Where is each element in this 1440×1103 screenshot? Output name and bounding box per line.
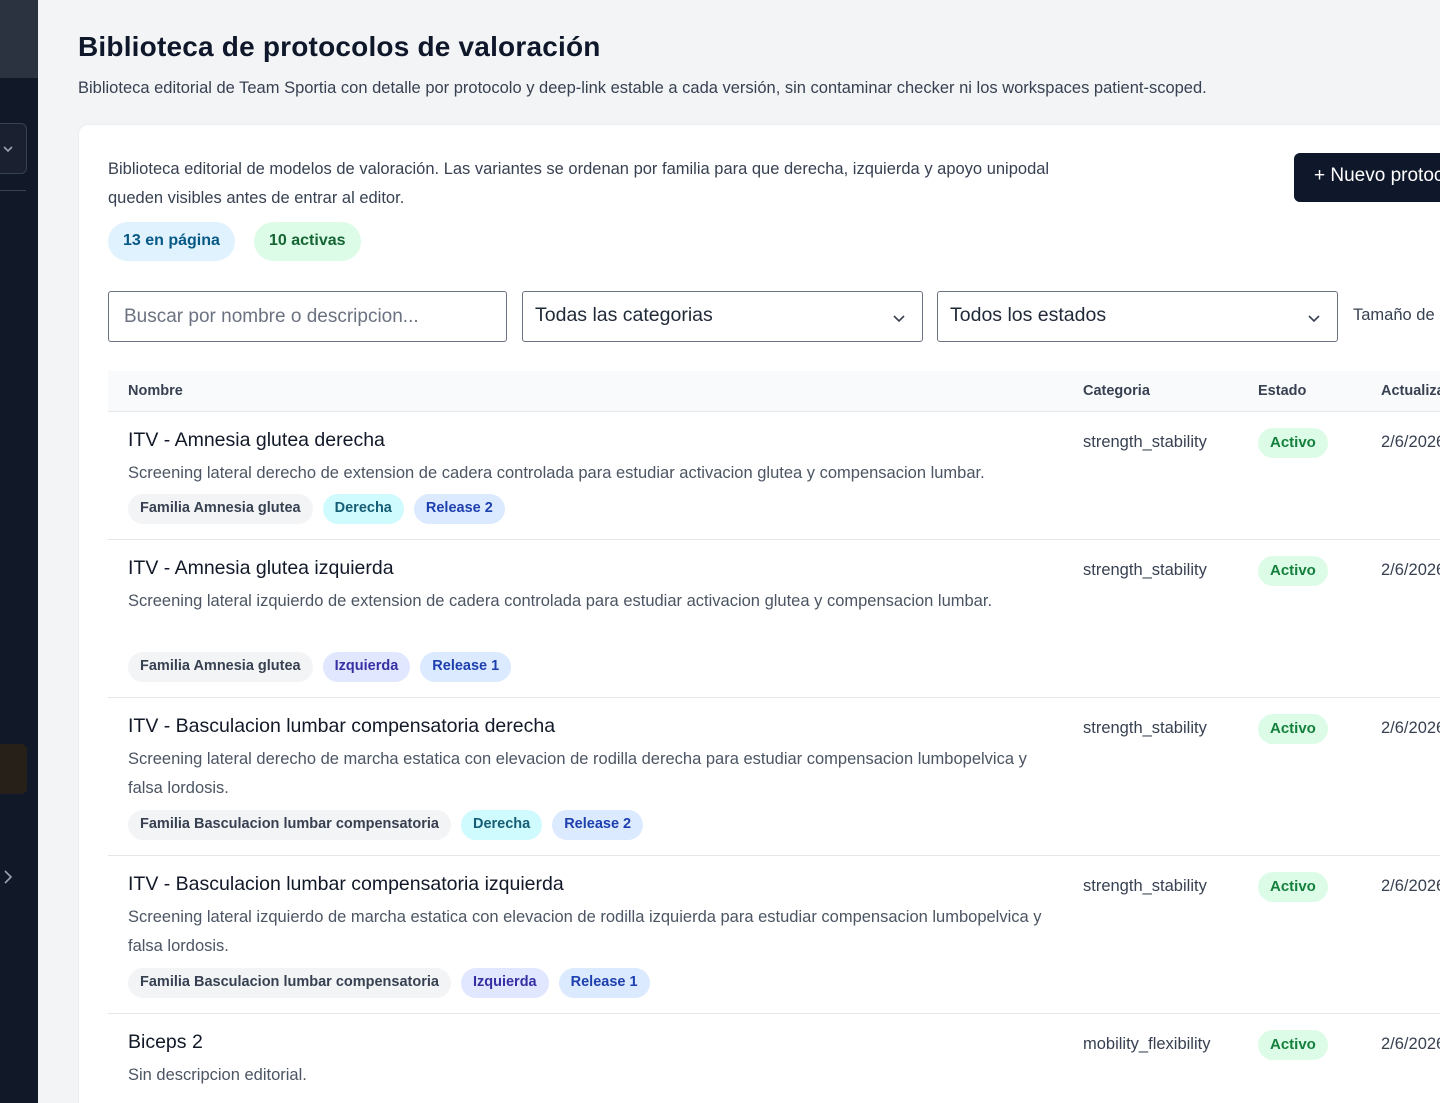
table-row[interactable]: Biceps 2 Sin descripcion editorial. mobi… xyxy=(108,1014,1440,1103)
protocol-description: Sin descripcion editorial. xyxy=(128,1066,307,1084)
release-tag: Release 2 xyxy=(552,810,644,840)
workspace-switcher[interactable] xyxy=(0,123,27,174)
search-input[interactable] xyxy=(108,291,507,342)
release-tag: Release 1 xyxy=(420,652,512,682)
protocol-updated: 2/6/2026 xyxy=(1381,1035,1440,1053)
status-badge: Activo xyxy=(1258,872,1328,902)
library-intro: Biblioteca editorial de modelos de valor… xyxy=(108,160,1050,207)
new-protocol-button[interactable]: + Nuevo protocolo xyxy=(1294,153,1440,202)
release-tag: Release 1 xyxy=(558,968,650,998)
sidebar-item-active[interactable] xyxy=(0,744,27,794)
protocol-category: strength_stability xyxy=(1083,719,1207,737)
protocol-name[interactable]: ITV - Basculacion lumbar compensatoria i… xyxy=(128,873,564,896)
protocol-updated: 2/6/2026 xyxy=(1381,877,1440,895)
protocol-category: mobility_flexibility xyxy=(1083,1035,1211,1053)
table-row[interactable]: ITV - Basculacion lumbar compensatoria d… xyxy=(108,698,1440,856)
protocol-description: Screening lateral derecho de extension d… xyxy=(128,464,985,482)
side-tag: Derecha xyxy=(460,810,543,840)
page-subtitle: Biblioteca editorial de Team Sportia con… xyxy=(78,79,1207,97)
family-tag: Familia Amnesia glutea xyxy=(128,652,313,682)
table-row[interactable]: ITV - Amnesia glutea izquierda Screening… xyxy=(108,540,1440,698)
page-size-label: Tamaño de página xyxy=(1353,306,1440,324)
column-header-state[interactable]: Estado xyxy=(1258,383,1306,399)
column-header-updated[interactable]: Actualizado xyxy=(1381,383,1440,399)
tag-list: Familia Basculacion lumbar compensatoria… xyxy=(128,968,650,998)
tag-list: Familia Amnesia glutea Izquierda Release… xyxy=(128,652,512,682)
status-badge: Activo xyxy=(1258,1030,1328,1060)
column-header-category[interactable]: Categoria xyxy=(1083,383,1150,399)
family-tag: Familia Amnesia glutea xyxy=(128,494,313,524)
chevron-right-icon xyxy=(4,870,13,884)
state-select[interactable]: Todos los estados xyxy=(937,291,1338,342)
chevron-down-icon xyxy=(1308,315,1320,323)
protocol-name[interactable]: ITV - Amnesia glutea derecha xyxy=(128,429,385,452)
protocol-name[interactable]: ITV - Basculacion lumbar compensatoria d… xyxy=(128,715,555,738)
protocol-updated: 2/6/2026 xyxy=(1381,433,1440,451)
category-select-value: Todas las categorias xyxy=(535,304,713,326)
protocol-category: strength_stability xyxy=(1083,877,1207,895)
protocol-category: strength_stability xyxy=(1083,433,1207,451)
sidebar-divider xyxy=(0,190,26,191)
protocol-category: strength_stability xyxy=(1083,561,1207,579)
protocol-name[interactable]: Biceps 2 xyxy=(128,1031,203,1054)
status-badge: Activo xyxy=(1258,428,1328,458)
chevron-down-icon xyxy=(893,315,905,323)
protocol-description: Screening lateral izquierdo de extension… xyxy=(128,592,993,610)
protocol-updated: 2/6/2026 xyxy=(1381,561,1440,579)
release-tag: Release 2 xyxy=(413,494,505,524)
protocol-description: Screening lateral izquierdo de marcha es… xyxy=(128,908,1042,955)
sidebar xyxy=(0,0,38,1103)
side-tag: Derecha xyxy=(322,494,404,524)
side-tag: Izquierda xyxy=(460,968,549,998)
category-select[interactable]: Todas las categorias xyxy=(522,291,923,342)
library-card: Biblioteca editorial de modelos de valor… xyxy=(78,124,1440,1103)
protocol-name[interactable]: ITV - Amnesia glutea izquierda xyxy=(128,557,394,580)
protocol-updated: 2/6/2026 xyxy=(1381,719,1440,737)
side-tag: Izquierda xyxy=(322,652,411,682)
family-tag: Familia Basculacion lumbar compensatoria xyxy=(128,810,451,840)
family-tag: Familia Basculacion lumbar compensatoria xyxy=(128,968,451,998)
table-header: Nombre Categoria Estado Actualizado xyxy=(108,371,1440,412)
tag-list: Familia Basculacion lumbar compensatoria… xyxy=(128,810,644,840)
sidebar-expand-button[interactable] xyxy=(2,868,14,891)
column-header-name[interactable]: Nombre xyxy=(128,383,183,399)
sidebar-logo-area xyxy=(0,0,38,78)
active-count-badge: 10 activas xyxy=(254,222,361,261)
table-row[interactable]: ITV - Basculacion lumbar compensatoria i… xyxy=(108,856,1440,1014)
tag-list: Familia Amnesia glutea Derecha Release 2 xyxy=(128,494,505,524)
page-title: Biblioteca de protocolos de valoración xyxy=(78,31,601,62)
status-badge: Activo xyxy=(1258,556,1328,586)
state-select-value: Todos los estados xyxy=(950,304,1107,326)
status-badge: Activo xyxy=(1258,714,1328,744)
protocol-description: Screening lateral derecho de marcha esta… xyxy=(128,750,1027,797)
page-count-badge: 13 en página xyxy=(108,222,235,261)
table-row[interactable]: ITV - Amnesia glutea derecha Screening l… xyxy=(108,412,1440,540)
chevron-down-icon xyxy=(3,146,13,153)
